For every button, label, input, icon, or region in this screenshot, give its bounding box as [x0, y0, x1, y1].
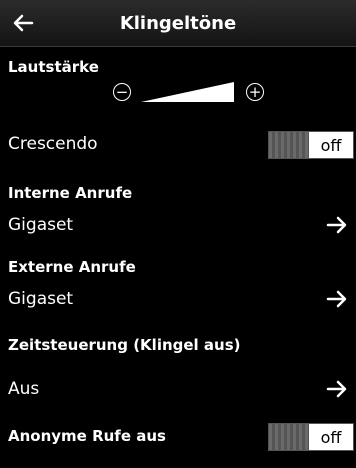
- ringtones-screen: Klingeltöne Lautstärke − + Crescendo off…: [0, 0, 356, 468]
- volume-decrease-symbol: −: [115, 82, 129, 101]
- toggle-knob: [269, 132, 311, 158]
- back-button[interactable]: [6, 8, 40, 38]
- arrow-left-icon: [13, 14, 34, 32]
- internal-calls-row[interactable]: Gigaset: [0, 208, 356, 242]
- time-control-row[interactable]: Aus: [0, 372, 356, 406]
- volume-increase-symbol: +: [248, 82, 262, 101]
- arrow-right-icon: [326, 290, 347, 308]
- time-control-heading: Zeitsteuerung (Klingel aus): [8, 336, 241, 354]
- header-bar: Klingeltöne: [0, 0, 356, 47]
- toggle-state-label: off: [309, 132, 353, 158]
- anonymous-calls-label: Anonyme Rufe aus: [8, 427, 166, 445]
- crescendo-toggle[interactable]: off: [268, 131, 354, 159]
- volume-label: Lautstärke: [8, 58, 99, 76]
- page-title: Klingeltöne: [119, 12, 237, 34]
- toggle-knob: [269, 424, 311, 450]
- external-calls-heading: Externe Anrufe: [8, 258, 136, 276]
- internal-calls-value: Gigaset: [8, 215, 74, 235]
- external-calls-value: Gigaset: [8, 289, 74, 309]
- external-calls-row[interactable]: Gigaset: [0, 282, 356, 316]
- volume-level-indicator[interactable]: [141, 82, 234, 102]
- minus-circle-icon[interactable]: −: [113, 83, 131, 101]
- anonymous-calls-toggle[interactable]: off: [268, 423, 354, 451]
- plus-circle-icon[interactable]: +: [246, 83, 264, 101]
- crescendo-label: Crescendo: [8, 134, 98, 154]
- time-control-value: Aus: [8, 379, 40, 399]
- arrow-right-icon: [326, 216, 347, 234]
- internal-calls-heading: Interne Anrufe: [8, 184, 133, 202]
- toggle-state-label: off: [309, 424, 353, 450]
- arrow-right-icon: [326, 380, 347, 398]
